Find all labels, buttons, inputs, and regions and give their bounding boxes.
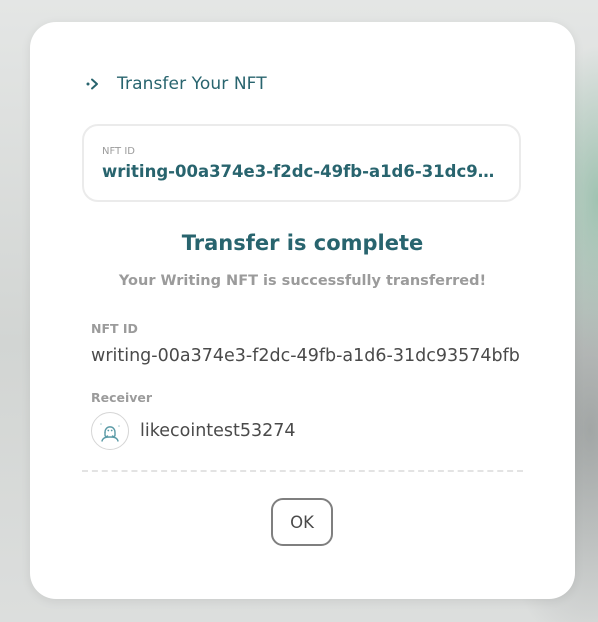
ok-button[interactable]: OK	[271, 498, 333, 546]
arrow-right-icon	[85, 76, 101, 92]
user-avatar-icon	[91, 412, 129, 450]
nft-id-field-value: writing-00a374e3-f2dc-49fb-a1d6-31dc9357…	[102, 162, 504, 181]
receiver-label: Receiver	[91, 390, 153, 405]
dialog-header: Transfer Your NFT	[85, 74, 267, 94]
dialog-title: Transfer Your NFT	[117, 74, 267, 94]
transfer-nft-dialog: Transfer Your NFT NFT ID writing-00a374e…	[30, 22, 575, 599]
dashed-divider	[82, 470, 523, 472]
receiver-name: likecointest53274	[140, 421, 296, 441]
nft-id-value: writing-00a374e3-f2dc-49fb-a1d6-31dc9357…	[91, 346, 520, 366]
receiver-row: likecointest53274	[91, 412, 296, 450]
transfer-status-subtitle: Your Writing NFT is successfully transfe…	[118, 273, 487, 289]
nft-id-field: NFT ID writing-00a374e3-f2dc-49fb-a1d6-3…	[82, 124, 521, 202]
nft-id-label: NFT ID	[91, 321, 138, 336]
transfer-status-title: Transfer is complete	[181, 231, 424, 255]
nft-id-field-caption: NFT ID	[102, 146, 135, 157]
